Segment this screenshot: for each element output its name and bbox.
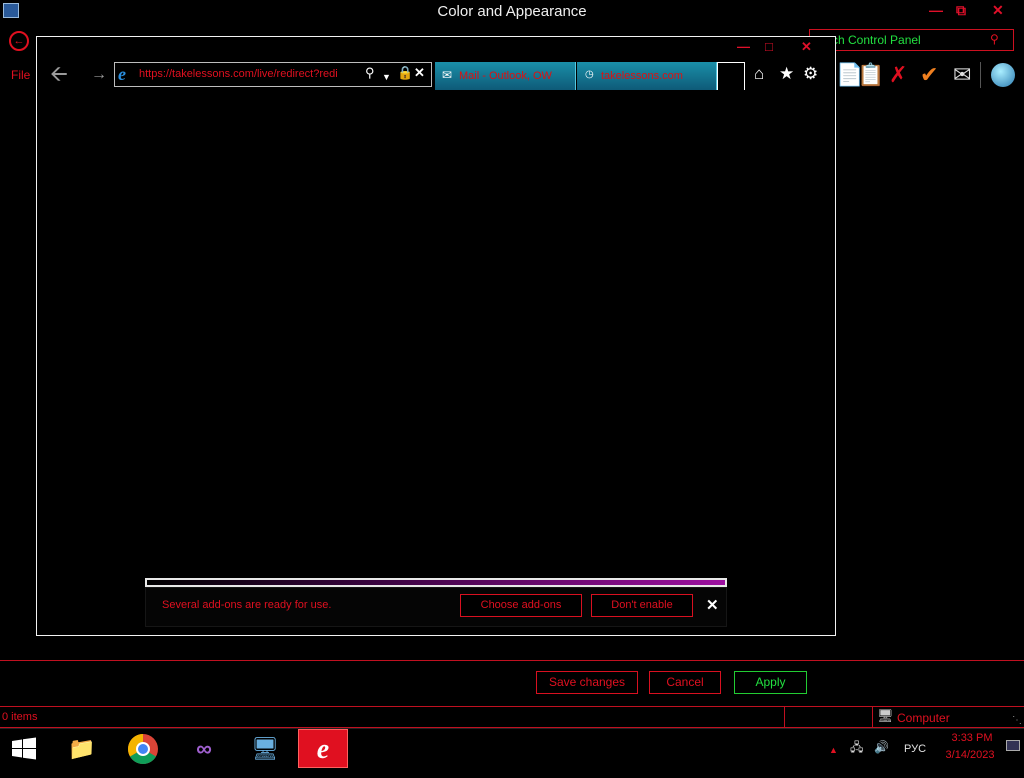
resize-grip-icon[interactable]: ⋱: [1012, 716, 1022, 726]
start-button[interactable]: [0, 729, 48, 768]
status-bar: [0, 706, 1024, 728]
new-tab-button[interactable]: [717, 62, 745, 90]
cancel-button[interactable]: Cancel: [649, 671, 721, 694]
dont-enable-button[interactable]: Don't enable: [591, 594, 693, 617]
language-indicator[interactable]: РУС: [904, 742, 926, 756]
back-button[interactable]: ←: [9, 31, 29, 51]
browser-minimize-button[interactable]: —: [737, 40, 750, 54]
settings-gear-icon[interactable]: ⚙: [803, 64, 818, 84]
search-icon[interactable]: ⚲: [990, 32, 999, 46]
show-desktop-icon[interactable]: [1006, 740, 1020, 751]
windows-logo-icon: [12, 737, 36, 760]
clipboard-icon[interactable]: 📋: [857, 62, 884, 88]
window-title: Color and Appearance: [437, 3, 587, 20]
delete-icon[interactable]: ✗: [889, 62, 907, 88]
tab-outlook[interactable]: Mail - Outlook, OW: [435, 62, 576, 90]
toolbar-divider: [980, 62, 981, 88]
tab-label: takelessons.com: [601, 70, 683, 82]
visual-studio-icon[interactable]: ∞: [179, 729, 229, 768]
browser-maximize-button[interactable]: □: [765, 40, 773, 54]
browser-close-button[interactable]: ✕: [801, 40, 812, 54]
globe-icon[interactable]: [991, 63, 1015, 87]
mail-icon[interactable]: ✉: [953, 62, 971, 88]
menu-file[interactable]: File: [11, 68, 30, 82]
notification-progress-bar: [145, 578, 727, 587]
internet-explorer-icon[interactable]: e: [298, 729, 348, 768]
dropdown-arrow-icon[interactable]: ▼: [382, 69, 391, 85]
ie-logo-icon: e: [118, 64, 126, 84]
notification-message: Several add-ons are ready for use.: [162, 599, 332, 611]
chrome-icon[interactable]: [118, 729, 168, 768]
status-item-count: 0 items: [2, 711, 38, 723]
lock-icon[interactable]: 🔒: [397, 65, 413, 81]
file-explorer-icon[interactable]: 📁: [57, 729, 107, 768]
check-icon[interactable]: ✔: [920, 62, 938, 88]
browser-window: [36, 36, 836, 636]
minimize-button[interactable]: —: [929, 2, 943, 18]
favorites-star-icon[interactable]: ★: [779, 64, 794, 84]
choose-addons-button[interactable]: Choose add-ons: [460, 594, 582, 617]
apply-button[interactable]: Apply: [734, 671, 807, 694]
close-button[interactable]: ✕: [992, 2, 1004, 18]
network-icon[interactable]: 🖧: [850, 740, 863, 754]
control-panel-taskbar-icon[interactable]: 🖥: [240, 729, 290, 768]
restore-button[interactable]: ⧉: [956, 2, 966, 18]
panel-separator: [0, 660, 1024, 661]
search-icon[interactable]: ⚲: [365, 65, 375, 81]
status-divider: [784, 706, 785, 728]
loading-icon: ◷: [585, 69, 594, 80]
clock-time[interactable]: 3:33 PM: [942, 732, 1002, 744]
browser-back-button[interactable]: 🡨: [50, 62, 68, 86]
clock-date[interactable]: 3/14/2023: [938, 749, 1002, 761]
status-divider: [872, 706, 873, 728]
notification-close-icon[interactable]: ✕: [706, 598, 719, 614]
volume-icon[interactable]: 🔊: [874, 740, 889, 754]
tab-label: Mail - Outlook, OW: [459, 70, 552, 82]
outlook-icon: ✉: [442, 68, 453, 82]
browser-forward-button[interactable]: →: [91, 65, 107, 85]
home-icon[interactable]: ⌂: [754, 64, 764, 84]
tab-takelessons[interactable]: takelessons.com: [577, 62, 717, 90]
save-changes-button[interactable]: Save changes: [536, 671, 638, 694]
search-placeholder: rch Control Panel: [828, 33, 921, 47]
computer-icon: 🖥: [877, 708, 894, 723]
address-url[interactable]: https://takelessons.com/live/redirect?re…: [139, 68, 361, 80]
status-location: Computer: [897, 711, 950, 725]
stop-icon[interactable]: ✕: [414, 65, 425, 81]
show-hidden-icons[interactable]: ▲: [829, 743, 838, 757]
